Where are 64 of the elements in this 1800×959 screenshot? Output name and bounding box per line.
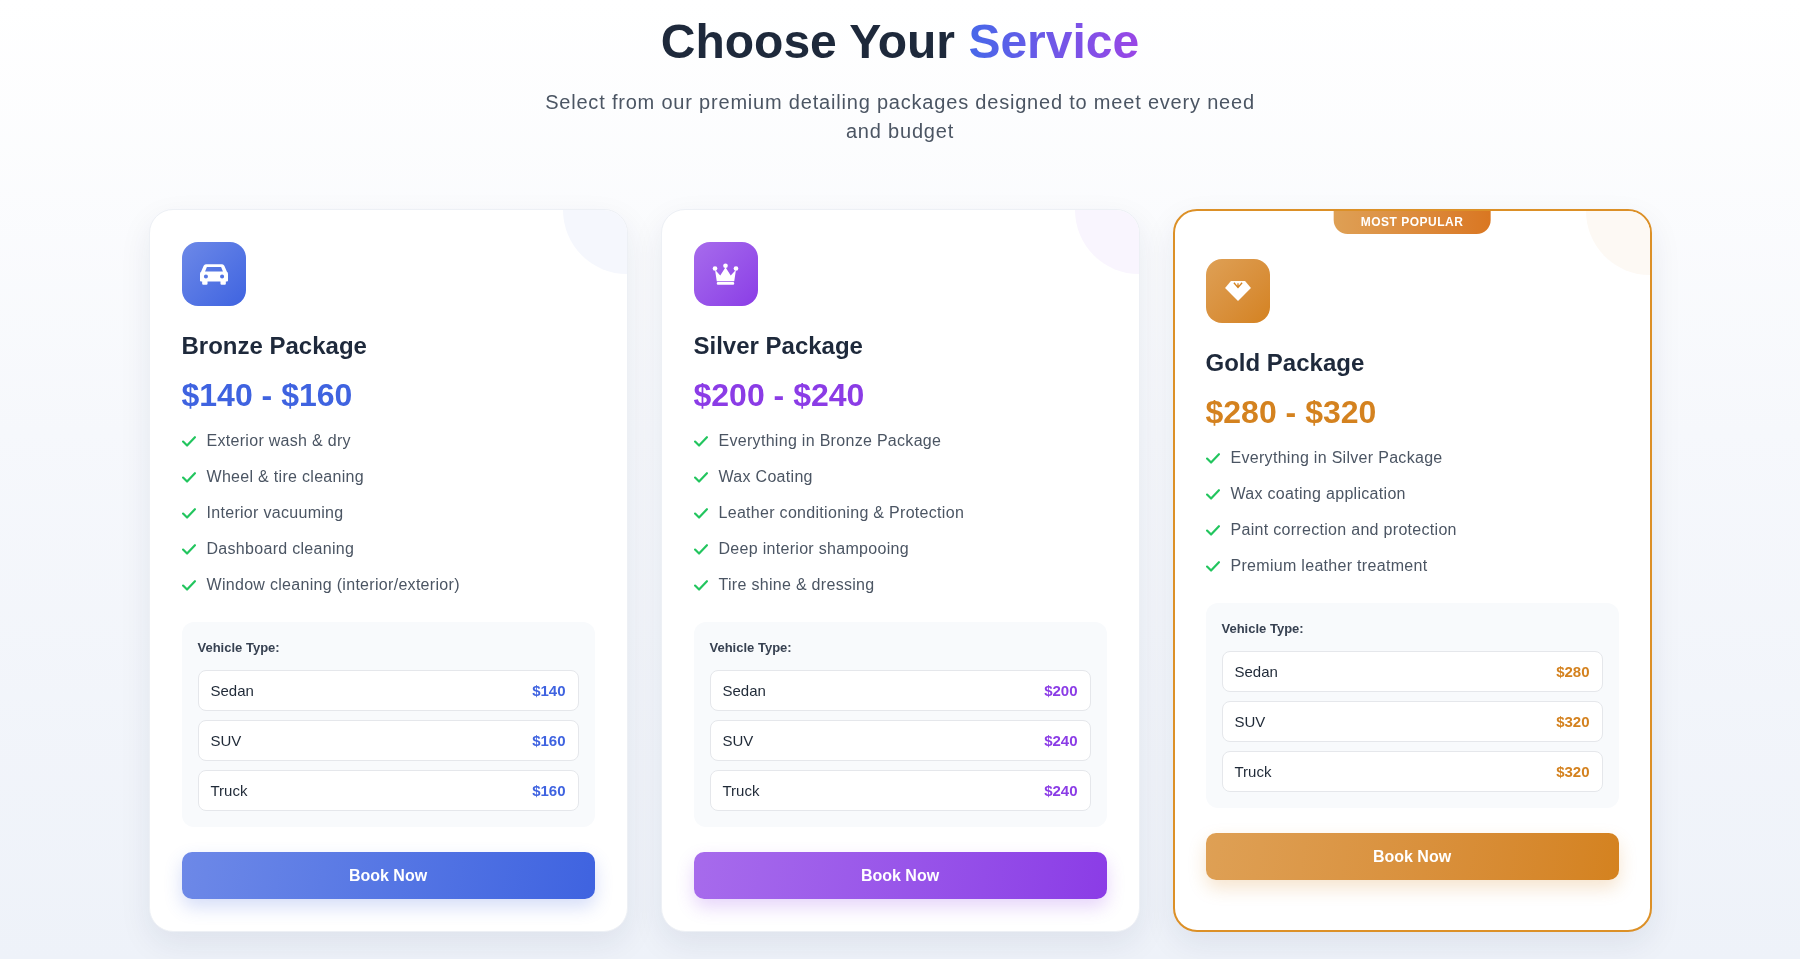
check-icon [693, 471, 708, 483]
vehicle-type: Truck [210, 780, 248, 801]
vehicle-price: $240 [1044, 730, 1078, 751]
vehicle-price: $280 [1556, 661, 1590, 682]
package-title: Bronze Package [181, 331, 368, 361]
feature-text: Interior vacuuming [206, 503, 344, 523]
feature-text: Window cleaning (interior/exterior) [206, 575, 460, 595]
feature-text: Premium leather treatment [1230, 556, 1428, 576]
price-range: $140 - $160 [181, 376, 354, 414]
feature-text: Dashboard cleaning [206, 539, 355, 559]
vehicle-type: SUV [722, 730, 754, 751]
feature-text: Tire shine & dressing [718, 575, 875, 595]
feature-text: Wax coating application [1230, 484, 1406, 504]
feature-text: Exterior wash & dry [206, 431, 351, 451]
vehicle-price: $240 [1044, 780, 1078, 801]
vehicle-price: $160 [532, 780, 566, 801]
vehicle-type: Sedan [722, 680, 766, 701]
vehicle-type-label: Vehicle Type: [709, 639, 793, 657]
vehicle-type: Sedan [210, 680, 254, 701]
popular-badge: MOST POPULAR [1333, 211, 1491, 234]
check-icon [693, 435, 708, 447]
check-icon [693, 507, 708, 519]
page-subtitle: Select from our premium detailing packages designed to meet every need and budget [544, 90, 1256, 144]
check-icon [181, 543, 196, 555]
feature-text: Everything in Silver Package [1230, 448, 1443, 468]
check-icon [1205, 452, 1220, 464]
check-icon [181, 471, 196, 483]
check-icon [1205, 560, 1220, 572]
feature-text: Leather conditioning & Protection [718, 503, 965, 523]
gem-icon [1205, 259, 1270, 323]
page-title: Choose Your Service [660, 14, 1140, 70]
check-icon [181, 507, 196, 519]
feature-text: Wheel & tire cleaning [206, 467, 364, 487]
car-icon [181, 242, 246, 306]
vehicle-type: SUV [1234, 711, 1266, 732]
vehicle-type: Truck [722, 780, 760, 801]
price-range: $200 - $240 [693, 376, 866, 414]
vehicle-type-label: Vehicle Type: [197, 639, 281, 657]
vehicle-type: Truck [1234, 761, 1272, 782]
vehicle-price: $320 [1556, 761, 1590, 782]
vehicle-type: Sedan [1234, 661, 1278, 682]
book-now-button[interactable]: Book Now [181, 852, 595, 899]
package-title: Silver Package [693, 331, 864, 361]
vehicle-type-label: Vehicle Type: [1221, 620, 1305, 638]
vehicle-price: $320 [1556, 711, 1590, 732]
check-icon [1205, 488, 1220, 500]
vehicle-type: SUV [210, 730, 242, 751]
check-icon [181, 579, 196, 591]
check-icon [181, 435, 196, 447]
book-now-button[interactable]: Book Now [693, 852, 1107, 899]
crown-icon [693, 242, 758, 306]
feature-text: Everything in Bronze Package [718, 431, 942, 451]
vehicle-price: $200 [1044, 680, 1078, 701]
check-icon [1205, 524, 1220, 536]
feature-text: Wax Coating [718, 467, 813, 487]
vehicle-price: $160 [532, 730, 566, 751]
feature-text: Deep interior shampooing [718, 539, 909, 559]
price-range: $280 - $320 [1205, 393, 1378, 431]
book-now-button[interactable]: Book Now [1205, 833, 1619, 880]
package-title: Gold Package [1205, 348, 1366, 378]
feature-text: Paint correction and protection [1230, 520, 1457, 540]
check-icon [693, 543, 708, 555]
check-icon [693, 579, 708, 591]
vehicle-price: $140 [532, 680, 566, 701]
